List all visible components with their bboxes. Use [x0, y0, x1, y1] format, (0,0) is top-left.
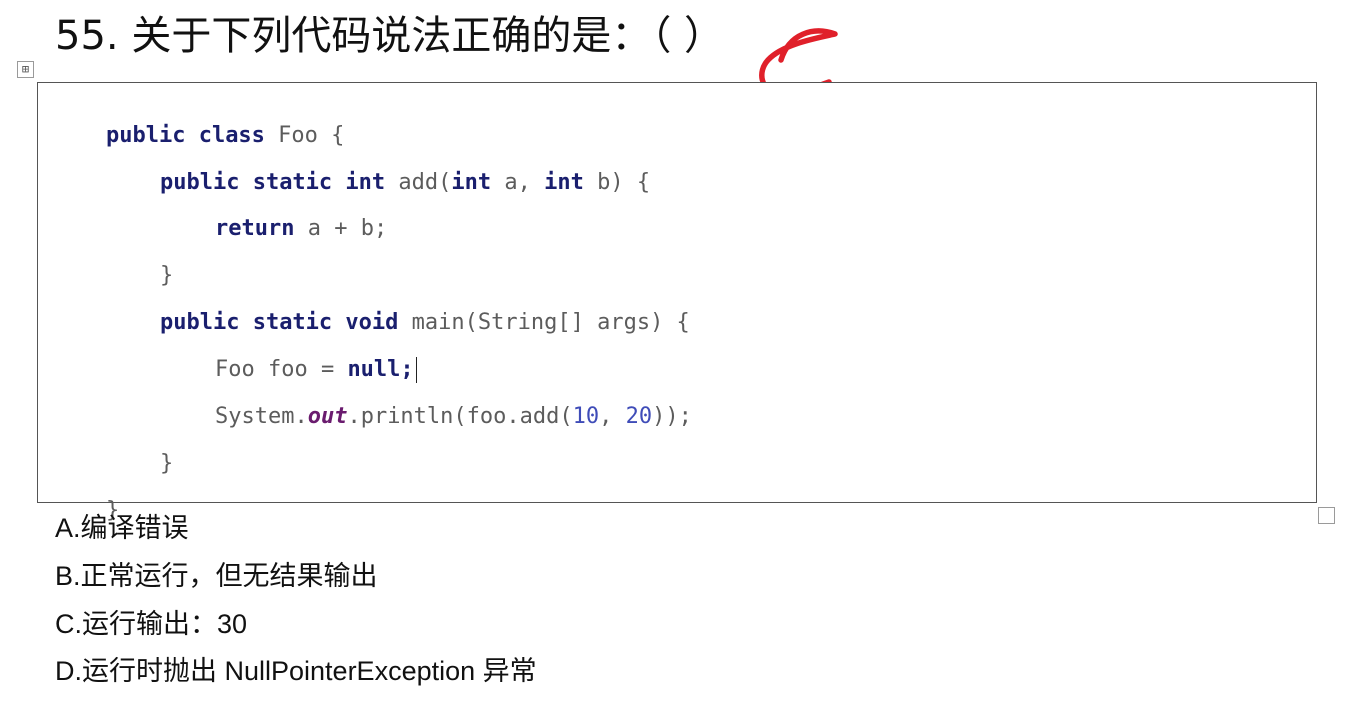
option-a: A.编译错误 [55, 513, 189, 543]
code-line-return: return a + b; [214, 216, 388, 241]
code-line-println: System.out.println(foo.add(10, 20)); [214, 404, 692, 429]
question-title: 55. 关于下列代码说法正确的是：（ ） [55, 8, 724, 64]
option-c: C.运行输出：30 [55, 609, 248, 639]
code-block: public class Foo { public static int add… [37, 82, 1317, 523]
table-move-handle-icon[interactable]: ⊞ [17, 61, 34, 78]
option-d: D.运行时抛出 NullPointerException 异常 [55, 656, 537, 686]
question-number: 55. [55, 13, 119, 59]
option-b: B.正常运行，但无结果输出 [55, 561, 378, 591]
table-resize-handle[interactable] [1318, 507, 1335, 524]
question-stem: 关于下列代码说法正确的是：（ ） [131, 13, 725, 59]
